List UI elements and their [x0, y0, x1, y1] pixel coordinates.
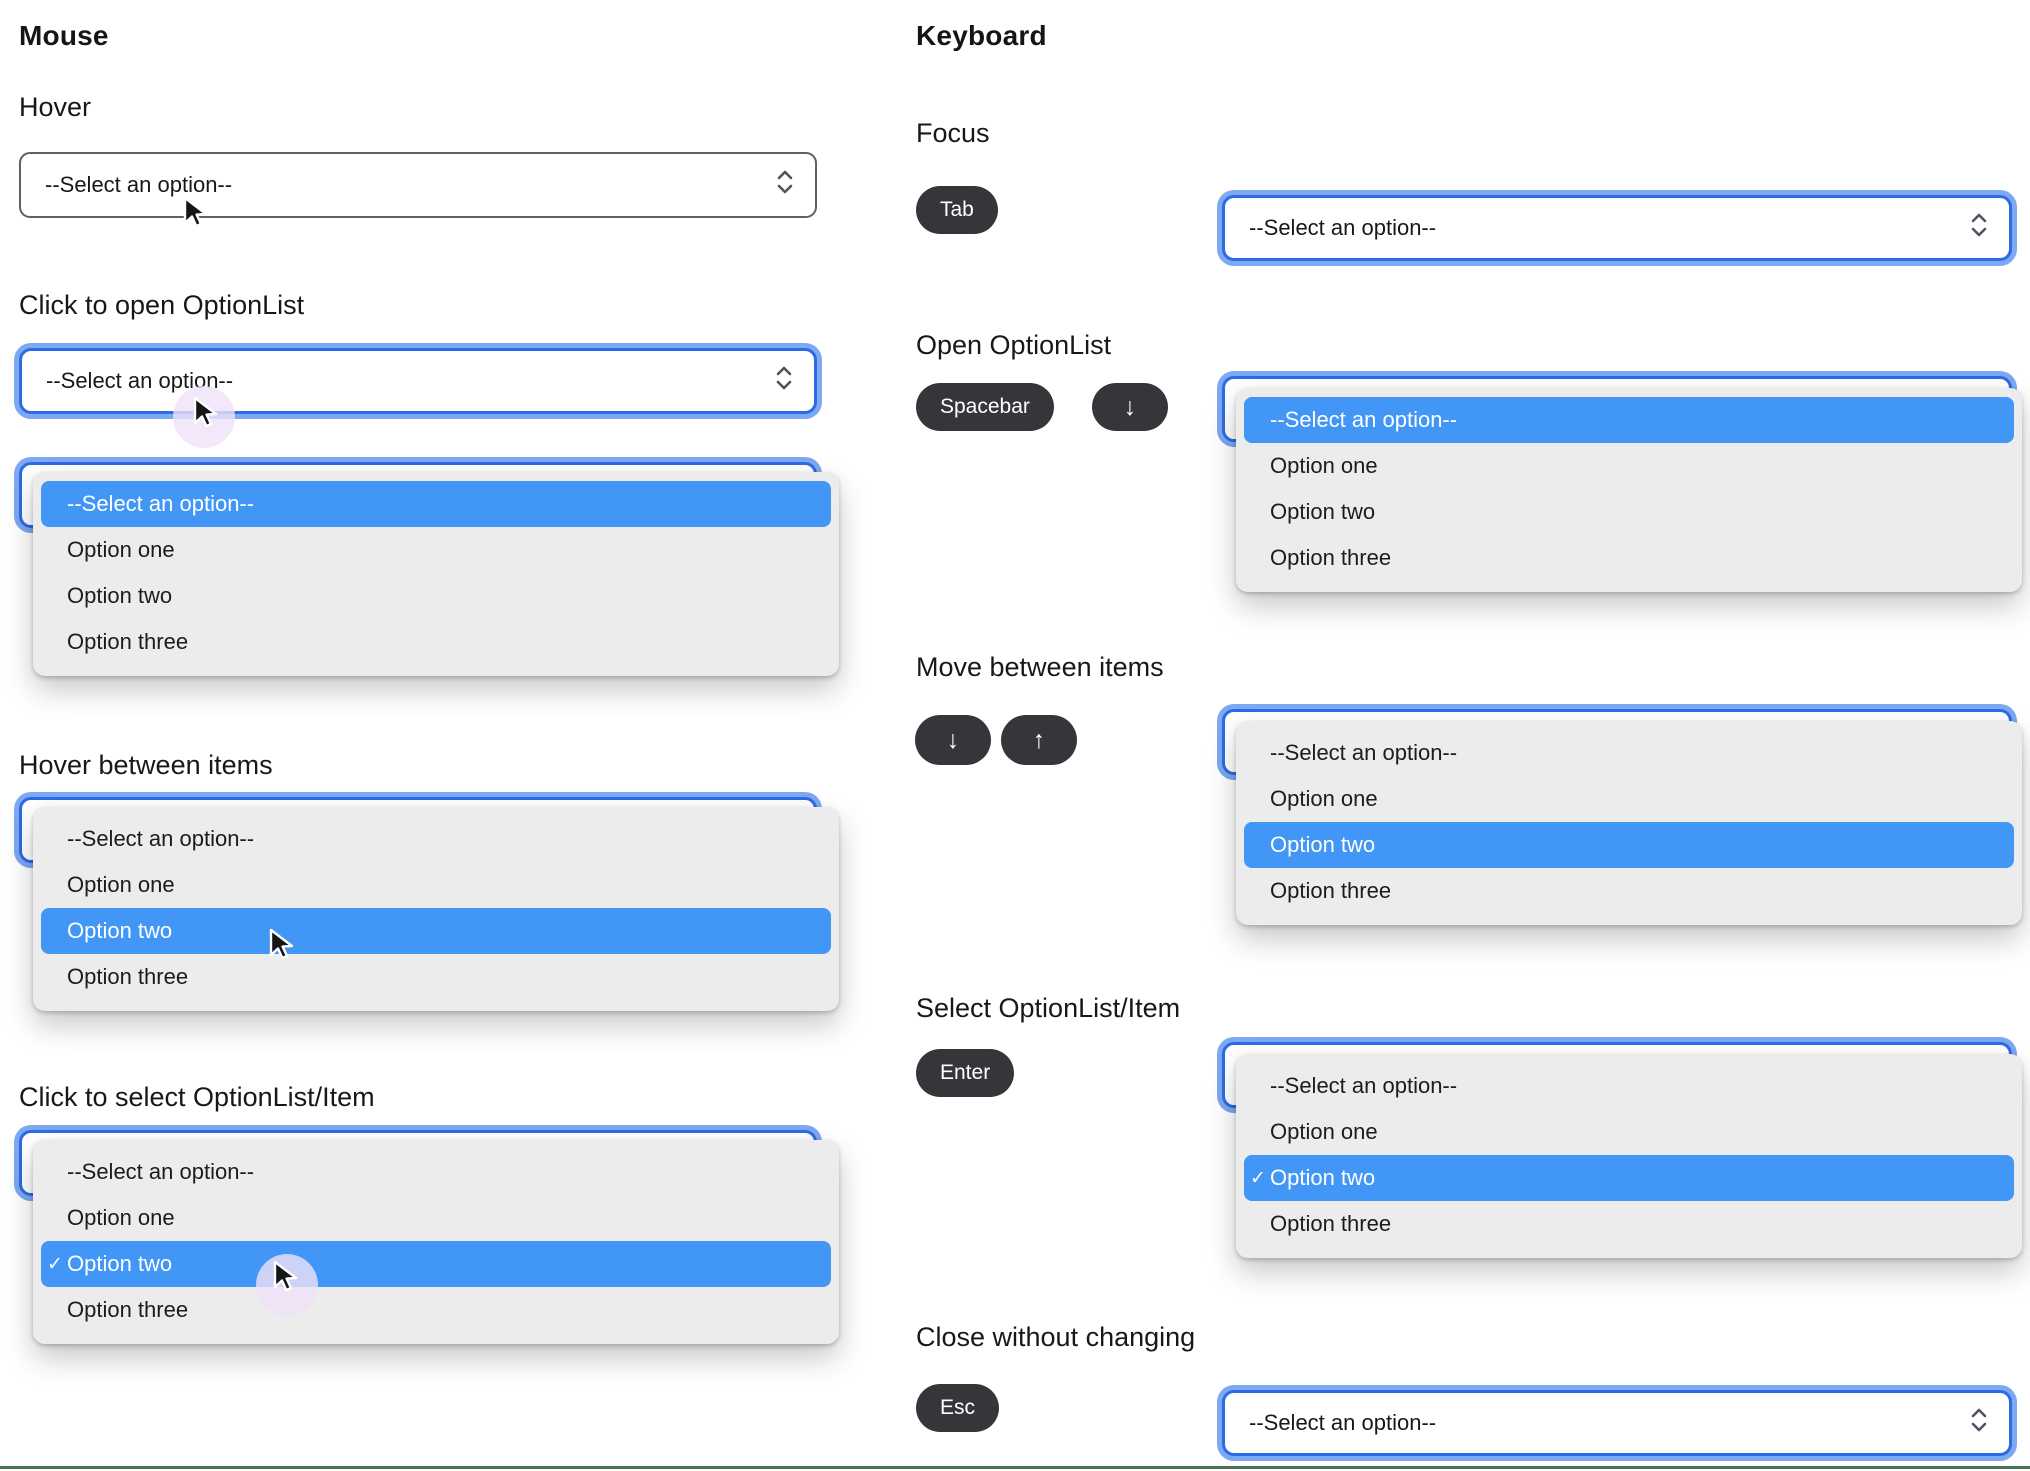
- optionlist-item-selected[interactable]: ✓ Option two: [41, 1241, 831, 1287]
- option-select-focused[interactable]: --Select an option--: [19, 348, 817, 414]
- optionlist-item[interactable]: --Select an option--: [41, 481, 831, 527]
- optionlist: --Select an option-- Option one Option t…: [33, 807, 839, 1011]
- optionlist-item[interactable]: Option three: [1244, 1201, 2014, 1247]
- optionlist-item[interactable]: Option three: [41, 954, 831, 1000]
- key-arrow-down: ↓: [1092, 383, 1168, 431]
- section-label-close: Close without changing: [916, 1322, 1196, 1352]
- optionlist-item[interactable]: Option two: [41, 908, 831, 954]
- optionlist: --Select an option-- Option one ✓ Option…: [33, 1140, 839, 1344]
- optionlist-item[interactable]: Option two: [41, 573, 831, 619]
- optionlist-item[interactable]: Option one: [1244, 443, 2014, 489]
- section-label-click-select: Click to select OptionList/Item: [19, 1082, 375, 1112]
- key-arrow-up: ↑: [1001, 715, 1077, 765]
- mouse-column-title: Mouse: [19, 20, 109, 51]
- section-label-move-items: Move between items: [916, 652, 1164, 682]
- section-label-hover-items: Hover between items: [19, 750, 273, 780]
- section-label-select-item: Select OptionList/Item: [916, 993, 1181, 1023]
- optionlist: --Select an option-- Option one Option t…: [1236, 388, 2022, 592]
- section-label-open-list: Open OptionList: [916, 330, 1112, 360]
- bottom-divider: [0, 1466, 2030, 1469]
- chevron-updown-icon: [1969, 1405, 1989, 1441]
- optionlist-item[interactable]: Option two: [1244, 489, 2014, 535]
- cursor-icon: [192, 396, 222, 435]
- optionlist-item[interactable]: Option one: [1244, 1109, 2014, 1155]
- optionlist: --Select an option-- Option one Option t…: [1236, 721, 2022, 925]
- optionlist-item[interactable]: Option one: [1244, 776, 2014, 822]
- optionlist-item[interactable]: --Select an option--: [1244, 730, 2014, 776]
- optionlist-item[interactable]: Option three: [41, 1287, 831, 1333]
- key-spacebar: Spacebar: [916, 383, 1054, 431]
- cursor-icon: [182, 196, 212, 235]
- option-select-focused[interactable]: --Select an option--: [1222, 195, 2012, 261]
- optionlist-item[interactable]: Option one: [41, 862, 831, 908]
- chevron-updown-icon: [774, 363, 794, 399]
- cursor-icon: [272, 1260, 302, 1299]
- select-value: --Select an option--: [1249, 1410, 1437, 1435]
- select-value: --Select an option--: [45, 172, 233, 197]
- key-esc: Esc: [916, 1384, 1000, 1432]
- checkmark-icon: ✓: [47, 1253, 63, 1275]
- optionlist-item[interactable]: Option one: [41, 1195, 831, 1241]
- optionlist-item[interactable]: Option one: [41, 527, 831, 573]
- keyboard-column-title: Keyboard: [916, 20, 1047, 51]
- optionlist-item[interactable]: --Select an option--: [1244, 1063, 2014, 1109]
- optionlist-item[interactable]: Option three: [41, 619, 831, 665]
- optionlist-item[interactable]: --Select an option--: [41, 816, 831, 862]
- optionlist-item[interactable]: --Select an option--: [1244, 397, 2014, 443]
- checkmark-icon: ✓: [1250, 1167, 1266, 1189]
- key-tab: Tab: [916, 186, 998, 234]
- optionlist-item-selected[interactable]: ✓ Option two: [1244, 1155, 2014, 1201]
- optionlist: --Select an option-- Option one ✓ Option…: [1236, 1054, 2022, 1258]
- option-select-focused[interactable]: --Select an option--: [1222, 1390, 2012, 1456]
- section-label-focus: Focus: [916, 118, 990, 148]
- optionlist-item[interactable]: Option three: [1244, 535, 2014, 581]
- optionlist: --Select an option-- Option one Option t…: [33, 472, 839, 676]
- select-value: --Select an option--: [1249, 215, 1437, 240]
- cursor-icon: [268, 928, 298, 967]
- optionlist-item[interactable]: Option three: [1244, 868, 2014, 914]
- section-label-click-open: Click to open OptionList: [19, 290, 305, 320]
- optionlist-item[interactable]: Option two: [1244, 822, 2014, 868]
- key-enter: Enter: [916, 1049, 1015, 1097]
- chevron-updown-icon: [1969, 210, 1989, 246]
- key-arrow-down: ↓: [915, 715, 991, 765]
- optionlist-item[interactable]: --Select an option--: [41, 1149, 831, 1195]
- option-select[interactable]: --Select an option--: [19, 152, 817, 218]
- section-label-hover: Hover: [19, 92, 92, 122]
- chevron-updown-icon: [775, 167, 795, 203]
